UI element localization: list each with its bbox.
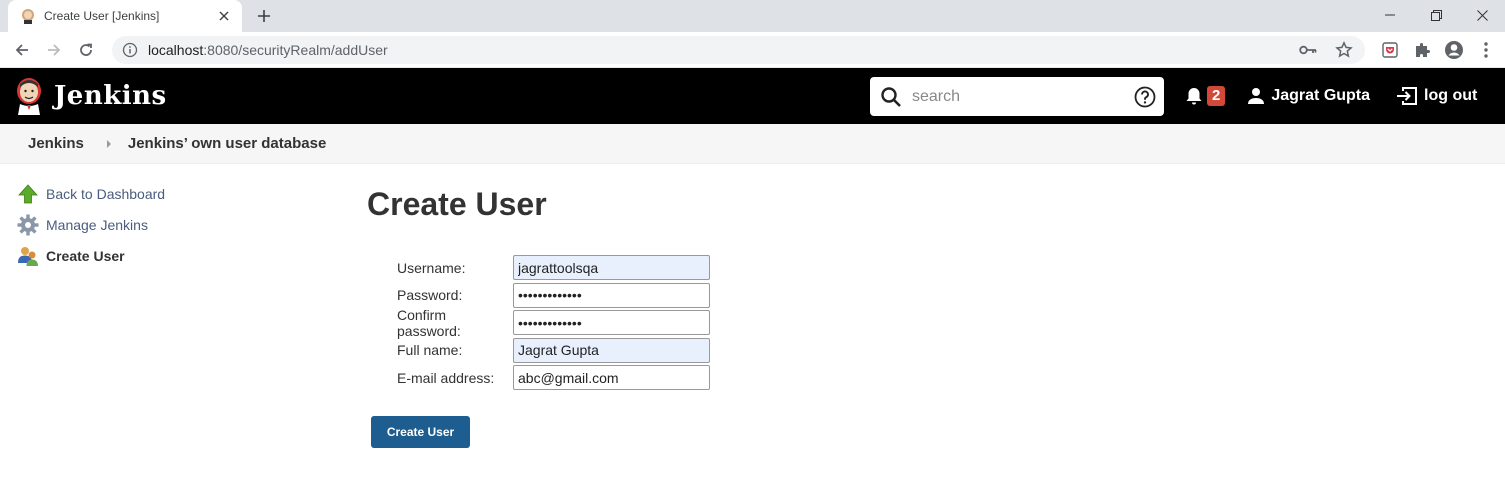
jenkins-favicon-icon xyxy=(20,8,36,24)
restore-icon[interactable] xyxy=(1413,0,1459,30)
full-name-field[interactable] xyxy=(513,337,710,363)
minimize-icon[interactable] xyxy=(1367,0,1413,30)
logout-link[interactable]: log out xyxy=(1396,86,1477,106)
breadcrumb: Jenkins Jenkins’ own user database xyxy=(0,124,1505,164)
address-bar[interactable]: localhost:8080/securityRealm/addUser xyxy=(112,35,1365,64)
browser-tabstrip: Create User [Jenkins] xyxy=(0,0,1505,32)
reload-icon[interactable] xyxy=(72,36,100,64)
browser-toolbar: localhost:8080/securityRealm/addUser xyxy=(0,32,1505,68)
gear-icon xyxy=(16,213,40,237)
main-content: Create User Username: Password: Confirm … xyxy=(367,186,710,448)
info-icon[interactable] xyxy=(122,42,138,58)
jenkins-home-link[interactable]: Jenkins xyxy=(14,77,167,115)
extensions-puzzle-icon[interactable] xyxy=(1411,39,1433,61)
star-icon[interactable] xyxy=(1333,39,1355,61)
bell-icon xyxy=(1185,86,1203,106)
jenkins-logo-text: Jenkins xyxy=(54,81,167,111)
create-user-form: Username: Password: Confirm password: Fu… xyxy=(397,254,710,392)
sidebar-item-back-to-dashboard[interactable]: Back to Dashboard xyxy=(16,178,165,209)
username-label: Username: xyxy=(397,259,466,276)
browser-tab[interactable]: Create User [Jenkins] xyxy=(8,0,242,32)
search-box xyxy=(870,77,1164,116)
jenkins-butler-logo-icon xyxy=(14,77,44,115)
tab-close-icon[interactable] xyxy=(216,8,232,24)
notification-count-badge: 2 xyxy=(1207,86,1226,106)
search-icon xyxy=(880,86,902,108)
sidebar-item-label: Manage Jenkins xyxy=(46,216,148,233)
sidebar: Back to Dashboard Manage Jenkins Create … xyxy=(16,178,165,271)
url-text: localhost:8080/securityRealm/addUser xyxy=(148,42,1297,58)
sidebar-item-label: Create User xyxy=(46,247,125,264)
close-window-icon[interactable] xyxy=(1459,0,1505,30)
forward-icon[interactable] xyxy=(40,36,68,64)
confirm-password-field[interactable] xyxy=(513,310,710,336)
new-tab-icon[interactable] xyxy=(254,6,274,26)
sidebar-item-create-user[interactable]: Create User xyxy=(16,240,165,271)
confirm-password-label: Confirm password: xyxy=(397,306,461,339)
profile-avatar-icon[interactable] xyxy=(1443,39,1465,61)
user-name: Jagrat Gupta xyxy=(1271,87,1371,104)
password-field[interactable] xyxy=(513,282,710,308)
logout-icon xyxy=(1396,86,1424,106)
extension-pocket-icon[interactable] xyxy=(1379,39,1401,61)
breadcrumb-item-jenkins[interactable]: Jenkins xyxy=(28,135,84,152)
logout-label: log out xyxy=(1424,87,1478,104)
password-label: Password: xyxy=(397,287,463,304)
page-title: Create User xyxy=(367,186,547,222)
search-input[interactable] xyxy=(912,87,1134,106)
email-field[interactable] xyxy=(513,365,710,391)
sidebar-item-manage-jenkins[interactable]: Manage Jenkins xyxy=(16,209,165,240)
help-icon[interactable] xyxy=(1134,86,1156,108)
menu-kebab-icon[interactable] xyxy=(1475,39,1497,61)
jenkins-header: Jenkins 2 Jagrat Gupta log out xyxy=(0,68,1505,124)
key-icon[interactable] xyxy=(1297,39,1319,61)
notifications-button[interactable]: 2 xyxy=(1185,86,1226,106)
url-path: :8080/securityRealm/addUser xyxy=(203,41,388,58)
full-name-label: Full name: xyxy=(397,342,463,359)
username-field[interactable] xyxy=(513,255,710,281)
user-profile-link[interactable]: Jagrat Gupta xyxy=(1247,87,1370,105)
breadcrumb-item-user-database[interactable]: Jenkins’ own user database xyxy=(128,135,326,152)
users-icon xyxy=(16,244,40,268)
url-host: localhost xyxy=(148,41,204,58)
tab-title: Create User [Jenkins] xyxy=(44,9,160,23)
up-arrow-icon xyxy=(16,182,40,206)
sidebar-item-label: Back to Dashboard xyxy=(46,185,166,202)
create-user-button[interactable]: Create User xyxy=(371,416,470,448)
back-icon[interactable] xyxy=(8,36,36,64)
email-label: E-mail address: xyxy=(397,369,495,386)
user-icon xyxy=(1247,87,1271,105)
breadcrumb-chevron-icon[interactable] xyxy=(106,139,112,149)
